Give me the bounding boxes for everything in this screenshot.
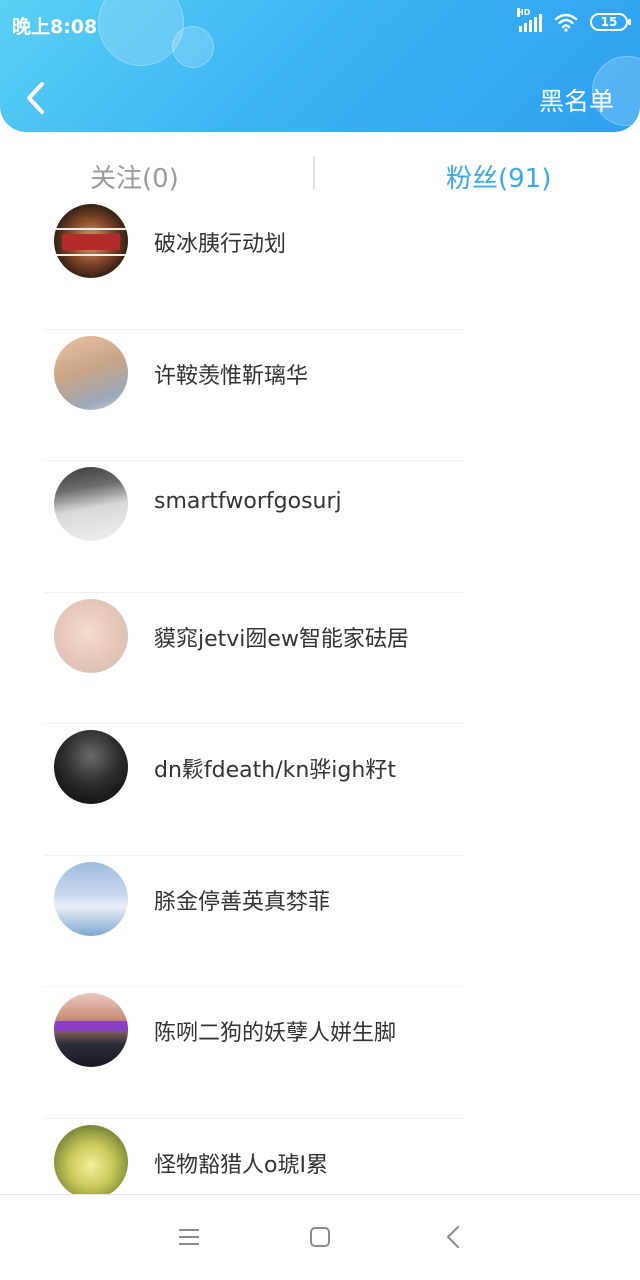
tab-divider — [313, 156, 315, 190]
tab-following[interactable]: 关注(0) — [90, 158, 179, 195]
avatar[interactable] — [54, 598, 128, 673]
fan-name: 陈咧二狗的妖孽人姘生脚 — [154, 1021, 397, 1046]
app-header: 晚上8:08 HD 15 黑名单 — [0, 0, 640, 132]
fan-name: 貘窕jetvi囫ew智能家砝居 — [154, 626, 409, 652]
battery-icon: 15 — [590, 13, 631, 31]
avatar[interactable] — [54, 1124, 128, 1199]
avatar[interactable] — [54, 335, 128, 410]
signal-icon: HD — [517, 8, 542, 32]
blacklist-button[interactable]: 黑名单 — [539, 82, 614, 118]
list-item[interactable]: 貘窕jetvi囫ew智能家砝居 — [0, 593, 640, 724]
avatar[interactable] — [54, 993, 128, 1067]
status-time: 晚上8:08 — [12, 16, 98, 38]
avatar[interactable] — [54, 861, 128, 936]
fan-name: 破冰胰行动划 — [154, 232, 287, 257]
list-item[interactable]: dn鬏fdeath/kn骅igh籽t — [0, 724, 640, 856]
list-item[interactable]: 破冰胰行动划 — [0, 198, 640, 330]
menu-icon[interactable] — [175, 1223, 203, 1251]
list-item[interactable]: 许鞍羡惟靳璃华 — [0, 330, 640, 461]
back-button[interactable] — [18, 78, 54, 118]
avatar[interactable] — [54, 467, 128, 541]
fan-name: 许鞍羡惟靳璃华 — [154, 363, 309, 389]
home-square-icon[interactable] — [306, 1223, 334, 1251]
back-triangle-icon[interactable] — [440, 1223, 468, 1251]
status-icons: HD 15 — [517, 8, 631, 32]
fan-name: smartfworfgosurj — [154, 489, 342, 514]
list-item[interactable]: smartfworfgosurj — [0, 461, 640, 593]
system-nav-bar — [0, 1194, 640, 1280]
fan-name: 脎金停善英真棼菲 — [154, 889, 331, 915]
fan-name: dn鬏fdeath/kn骅igh籽t — [154, 758, 396, 783]
wifi-icon — [554, 13, 578, 32]
list-item[interactable]: 陈咧二狗的妖孽人姘生脚 — [0, 987, 640, 1119]
decorative-bubble — [98, 0, 184, 66]
list-item[interactable]: 脎金停善英真棼菲 — [0, 856, 640, 987]
fan-name: 怪物豁猎人o琥I累 — [154, 1152, 328, 1178]
tab-fans[interactable]: 粉丝(91) — [446, 158, 551, 195]
decorative-bubble — [172, 26, 214, 68]
fans-list: 破冰胰行动划 许鞍羡惟靳璃华 smartfworfgosurj 貘窕jetvi囫… — [0, 198, 640, 1250]
avatar[interactable] — [54, 204, 128, 278]
avatar[interactable] — [54, 730, 128, 804]
signal-hd-label: HD — [517, 8, 531, 17]
follow-tabs: 关注(0) 粉丝(91) — [0, 150, 640, 198]
